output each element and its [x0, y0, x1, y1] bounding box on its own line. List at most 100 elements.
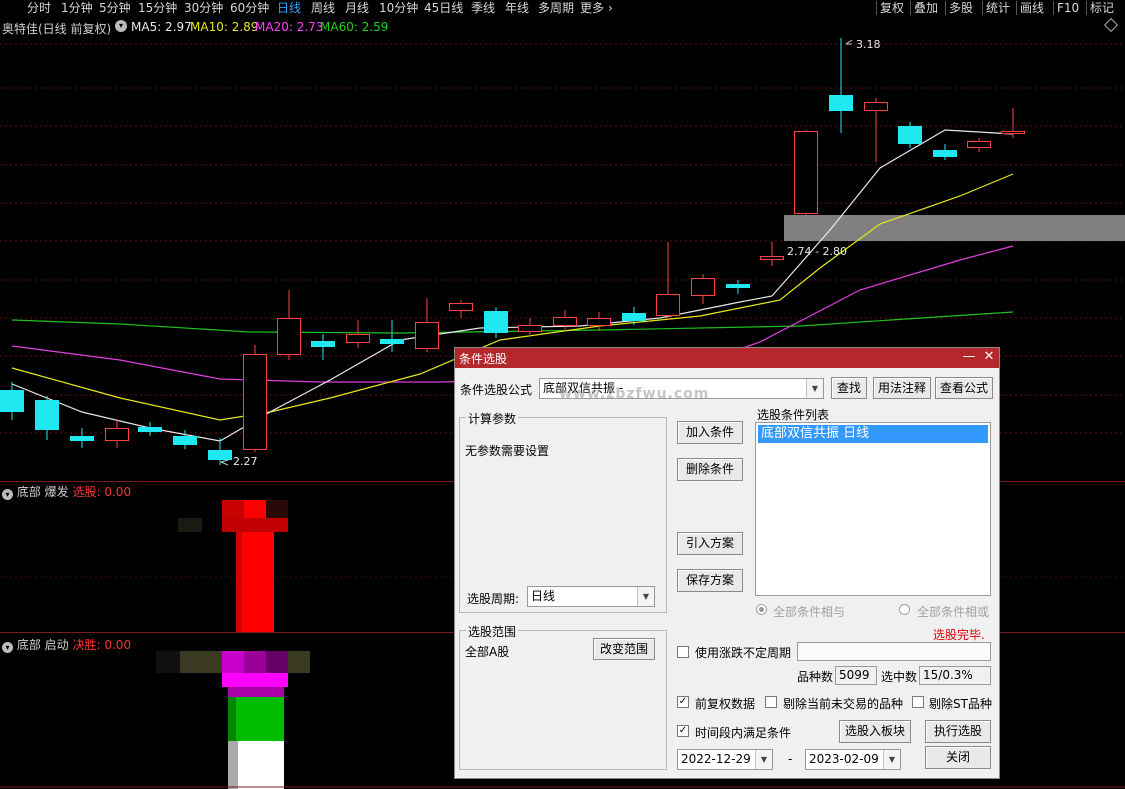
view-formula-button[interactable]: 查看公式: [935, 377, 993, 399]
candle-body: [864, 102, 888, 111]
period-tab-1[interactable]: 1分钟: [61, 0, 93, 16]
execute-screening-button[interactable]: 执行选股: [925, 720, 991, 743]
period-tab-12[interactable]: 年线: [505, 0, 529, 16]
radio-and[interactable]: [756, 604, 767, 615]
candle-body: [243, 354, 267, 450]
candle-body: [173, 436, 197, 445]
candle-body: [484, 311, 508, 333]
candle-body: [277, 318, 301, 355]
toolbar-button-0[interactable]: 复权: [880, 0, 904, 16]
chevron-down-icon[interactable]: ▼: [755, 750, 772, 769]
toolbar-button-6[interactable]: 标记: [1090, 0, 1114, 16]
selected-value: 15/0.3%: [919, 666, 991, 685]
add-to-block-button[interactable]: 选股入板块: [839, 720, 911, 743]
forward-adjust-label: 前复权数据: [695, 697, 756, 711]
period-tab-8[interactable]: 月线: [345, 0, 369, 16]
period-tab-13[interactable]: 多周期: [538, 0, 574, 16]
candle-body: [967, 141, 991, 148]
toolbar-button-4[interactable]: 画线: [1020, 0, 1044, 16]
toolbar-button-1[interactable]: 叠加: [914, 0, 938, 16]
close-button[interactable]: 关闭: [925, 746, 991, 769]
candle-body: [35, 400, 59, 430]
more-arrow-icon[interactable]: ›: [608, 0, 613, 16]
toolbar-separator: [982, 1, 983, 15]
period-tab-9[interactable]: 10分钟: [379, 0, 418, 16]
toolbar-button-5[interactable]: F10: [1057, 0, 1079, 16]
formula-label: 条件选股公式: [460, 383, 533, 397]
period-tab-6[interactable]: 日线: [277, 0, 301, 16]
toolbar-button-2[interactable]: 多股: [949, 0, 973, 16]
selected-label: 选中数: [881, 670, 918, 684]
candle-body: [691, 278, 715, 296]
period-tab-11[interactable]: 季线: [471, 0, 495, 16]
candle-body: [898, 126, 922, 144]
period-tab-4[interactable]: 30分钟: [184, 0, 223, 16]
candle-body: [553, 317, 577, 326]
toolbar-separator: [1016, 1, 1017, 15]
price-zone-band: [784, 215, 1125, 241]
dialog-titlebar[interactable]: 条件选股 — ✕: [455, 348, 999, 368]
toolbar-button-3[interactable]: 统计: [986, 0, 1010, 16]
params-text: 无参数需要设置: [465, 444, 550, 458]
minimize-icon[interactable]: —: [961, 349, 977, 364]
dialog-title: 条件选股: [459, 352, 508, 366]
candle-body: [794, 131, 818, 214]
forward-adjust-checkbox[interactable]: ✓: [677, 696, 689, 708]
radio-or[interactable]: [899, 604, 910, 615]
candle-body: [760, 256, 784, 260]
toolbar-separator: [1086, 1, 1087, 15]
count-label: 品种数: [797, 670, 834, 684]
ma-legend-item-1: MA10: 2.89: [190, 20, 259, 34]
indicator-menu-icon[interactable]: ▾: [115, 20, 127, 32]
period-tab-14[interactable]: 更多: [580, 0, 604, 16]
period-tab-7[interactable]: 周线: [311, 0, 335, 16]
close-icon[interactable]: ✕: [981, 349, 997, 364]
candle-body: [587, 318, 611, 326]
time-range-label: 时间段内满足条件: [695, 726, 792, 740]
exclude-st-label: 剔除ST品种: [929, 697, 992, 711]
condition-list-item[interactable]: 底部双信共振 日线: [758, 425, 988, 443]
period-tab-5[interactable]: 60分钟: [230, 0, 269, 16]
usage-notes-button[interactable]: 用法注释: [873, 377, 931, 399]
chevron-down-icon[interactable]: ▼: [883, 750, 900, 769]
candle-body: [105, 428, 129, 441]
add-condition-button[interactable]: 加入条件: [677, 421, 743, 444]
period-select[interactable]: 日线 ▼: [527, 586, 655, 607]
unstable-period-input[interactable]: [797, 642, 991, 661]
chevron-down-icon[interactable]: ▼: [637, 587, 654, 606]
save-plan-button[interactable]: 保存方案: [677, 569, 743, 592]
period-tab-10[interactable]: 45日线: [424, 0, 463, 16]
date-from-select[interactable]: 2022-12-29 ▼: [677, 749, 773, 770]
exclude-untraded-checkbox[interactable]: [765, 696, 777, 708]
candle-body: [380, 339, 404, 344]
period-tab-3[interactable]: 15分钟: [138, 0, 177, 16]
period-tab-2[interactable]: 5分钟: [99, 0, 131, 16]
candle-body: [1001, 131, 1025, 134]
high-price-label: 3.18: [856, 38, 881, 51]
chevron-down-icon[interactable]: ▼: [806, 379, 823, 398]
date-to-select[interactable]: 2023-02-09 ▼: [805, 749, 901, 770]
period-label: 选股周期:: [467, 592, 520, 606]
stock-title: 奥特佳(日线 前复权): [2, 22, 112, 36]
status-text: 选股完毕.: [933, 628, 985, 642]
toolbar-separator: [945, 1, 946, 15]
import-plan-button[interactable]: 引入方案: [677, 532, 743, 555]
unstable-period-label: 使用涨跌不定周期: [695, 646, 792, 660]
find-button[interactable]: 查找: [831, 377, 867, 399]
exclude-untraded-label: 剔除当前未交易的品种: [783, 697, 904, 711]
condition-screening-dialog: 条件选股 — ✕ 条件选股公式 底部双信共振 - ▼ 查找 用法注释 查看公式 …: [454, 347, 1000, 779]
delete-condition-button[interactable]: 删除条件: [677, 458, 743, 481]
low-marker-icon: [220, 459, 229, 466]
exclude-st-checkbox[interactable]: [912, 696, 924, 708]
unstable-period-checkbox[interactable]: [677, 646, 689, 658]
radio-and-label: 全部条件相与: [773, 605, 846, 619]
radio-or-label: 全部条件相或: [917, 605, 990, 619]
candle-body: [449, 303, 473, 311]
ma-legend-item-2: MA20: 2.73: [255, 20, 324, 34]
change-range-button[interactable]: 改变范围: [593, 638, 655, 660]
time-range-checkbox[interactable]: ✓: [677, 725, 689, 737]
candle-body: [829, 95, 853, 111]
date-from-value: 2022-12-29: [681, 752, 751, 766]
condition-list[interactable]: 底部双信共振 日线: [755, 422, 991, 596]
period-tab-0[interactable]: 分时: [27, 0, 51, 16]
